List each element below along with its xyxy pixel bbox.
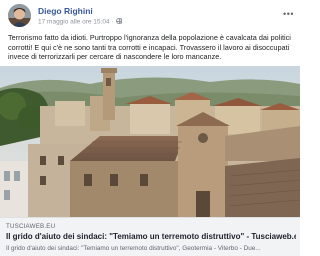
more-options-icon[interactable]: ••• <box>283 9 294 19</box>
link-description: Il grido d'aiuto dei sindaci: "Temiamo u… <box>6 245 261 252</box>
link-domain: TUSCIAWEB.EU <box>6 223 56 230</box>
globe-icon <box>116 18 123 24</box>
post-timestamp[interactable]: 17 maggio alle ore 15:04 · <box>38 19 114 26</box>
link-preview-image[interactable] <box>0 66 300 217</box>
link-preview[interactable]: TUSCIAWEB.EU Il grido d'aiuto dei sindac… <box>0 217 300 256</box>
post-text: Terrorismo fatto da idioti. Purtroppo l'… <box>8 33 291 62</box>
post-meta: 17 maggio alle ore 15:04 · <box>38 18 123 26</box>
author-avatar[interactable] <box>8 4 31 27</box>
post-header: Diego Righini 17 maggio alle ore 15:04 ·… <box>8 4 294 28</box>
facebook-post: Diego Righini 17 maggio alle ore 15:04 ·… <box>0 0 300 256</box>
author-name[interactable]: Diego Righini <box>38 6 93 16</box>
link-title[interactable]: Il grido d'aiuto dei sindaci: "Temiamo u… <box>6 232 296 241</box>
